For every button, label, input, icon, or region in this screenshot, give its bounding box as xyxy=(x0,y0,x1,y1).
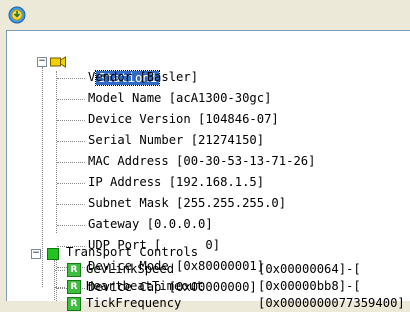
tree-item-gateway[interactable]: Gateway [0.0.0.0] xyxy=(88,216,213,233)
camera-icon xyxy=(50,56,66,68)
tree-item-model-name[interactable]: Model Name [acA1300-30gc] xyxy=(88,90,271,107)
tree-item-ip-address[interactable]: IP Address [192.168.1.5] xyxy=(88,174,264,191)
tree-connector xyxy=(57,183,85,184)
register-icon: R xyxy=(67,280,81,294)
register-icon: R xyxy=(67,263,81,277)
tree-item-vendor[interactable]: Vendor [Basler] xyxy=(88,69,198,86)
tree-connector xyxy=(56,257,57,301)
register-icon: R xyxy=(67,297,81,311)
tree-item-mac-address[interactable]: MAC Address [00-30-53-13-71-26] xyxy=(88,153,315,170)
tree-item-gevlinkspeed-value: [0x00000064]-[ xyxy=(258,262,361,276)
tree-connector xyxy=(57,78,85,79)
tree-connector xyxy=(57,162,85,163)
app-icon[interactable] xyxy=(8,6,26,24)
tree-root-station[interactable]: Station1 xyxy=(67,53,161,86)
tree-item-tickfrequency-value: [0x0000000077359400] xyxy=(258,296,405,310)
tree-item-heartbeattimeout-value: [0x00000bb8]-[ xyxy=(258,279,361,293)
tree-item-tickfrequency[interactable]: TickFrequency xyxy=(86,295,181,312)
tree-item-serial-number[interactable]: Serial Number [21274150] xyxy=(88,132,264,149)
tree-connector xyxy=(54,260,55,300)
tree-connector xyxy=(57,99,85,100)
tree-connector xyxy=(55,287,65,288)
title-bar xyxy=(0,0,410,30)
tree-connector xyxy=(57,141,85,142)
tree-item-gevlinkspeed[interactable]: GevLinkSpeed xyxy=(86,261,174,278)
tree-item-device-version[interactable]: Device Version [104846-07] xyxy=(88,111,279,128)
tree-connector xyxy=(56,71,57,233)
tree-connector xyxy=(57,120,85,121)
tree-connector xyxy=(42,67,43,287)
tree-connector xyxy=(55,270,65,271)
root-expander[interactable]: − xyxy=(37,57,47,67)
tree-connector xyxy=(57,204,85,205)
tree-item-heartbeattimeout[interactable]: HeartbeatTimeout xyxy=(86,278,203,295)
tree-connector xyxy=(57,225,85,226)
transport-node-icon xyxy=(47,248,59,260)
tree-item-subnet-mask[interactable]: Subnet Mask [255.255.255.0] xyxy=(88,195,286,212)
tree-node-transport-controls[interactable]: Transport Controls xyxy=(66,244,198,261)
transport-expander[interactable]: − xyxy=(31,249,41,259)
